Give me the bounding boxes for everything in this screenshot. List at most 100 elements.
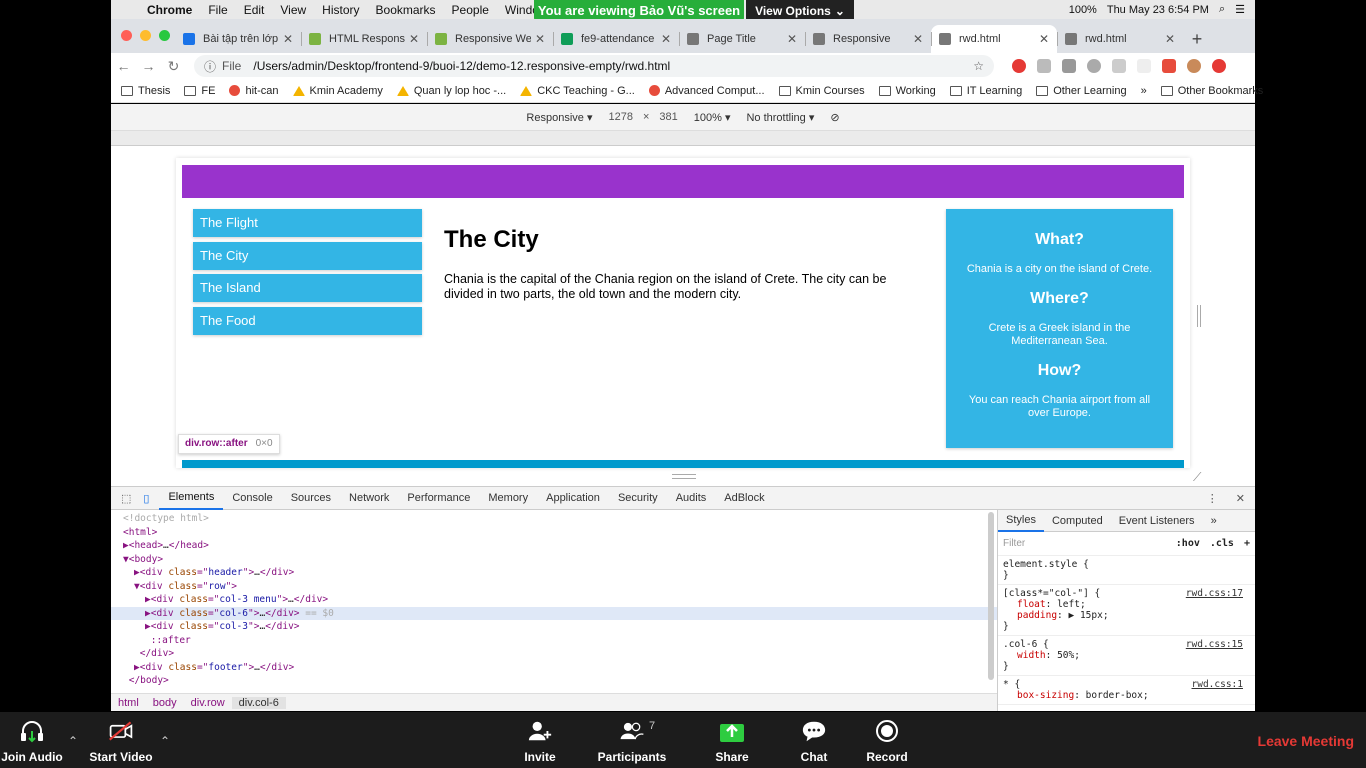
reload-button[interactable]: ↻ [161, 58, 186, 75]
dom-node[interactable]: </div> [111, 647, 997, 661]
style-property[interactable]: float: left; [1003, 599, 1250, 610]
devtools-tab-audits[interactable]: Audits [667, 486, 716, 510]
menu-people[interactable]: People [444, 3, 497, 17]
inspect-element-icon[interactable]: ⬚ [121, 492, 131, 505]
bookmark-item[interactable]: Other Learning [1036, 85, 1127, 97]
share-button[interactable]: Share [712, 712, 752, 768]
dom-node[interactable]: </body> [111, 674, 997, 688]
extension-icon[interactable] [1062, 59, 1076, 73]
close-tab-icon[interactable]: ✕ [1039, 32, 1049, 46]
devtools-tab-elements[interactable]: Elements [159, 486, 224, 510]
bookmark-item[interactable]: Thesis [121, 85, 170, 97]
browser-tab[interactable]: rwd.html ✕ [1057, 25, 1183, 53]
breadcrumb-item[interactable]: body [146, 697, 184, 709]
bookmark-item[interactable]: CKC Teaching - G... [520, 85, 635, 97]
tab-computed[interactable]: Computed [1044, 510, 1111, 532]
devtools-tab-performance[interactable]: Performance [398, 486, 479, 510]
menu-history[interactable]: History [314, 3, 367, 17]
join-audio-button[interactable]: Join Audio [0, 712, 64, 768]
devtools-tab-console[interactable]: Console [223, 486, 281, 510]
dom-node[interactable]: <html> [111, 526, 997, 540]
bookmark-item[interactable]: Quan ly lop hoc -... [396, 85, 506, 97]
browser-tab[interactable]: fe9-attendance ✕ [553, 25, 679, 53]
dom-node[interactable]: ▼<div class="row"> [111, 580, 997, 594]
bottom-resize-handle[interactable] [672, 474, 696, 479]
style-property[interactable]: box-sizing: border-box; [1003, 690, 1250, 701]
url-text[interactable]: /Users/admin/Desktop/frontend-9/buoi-12/… [253, 59, 670, 73]
rule-source-link[interactable]: rwd.css:15 [1186, 639, 1243, 650]
dom-node[interactable]: ▶<div class="col-3 menu">…</div> [111, 593, 997, 607]
style-property[interactable]: width: 50%; [1003, 650, 1250, 661]
right-resize-handle[interactable] [1197, 305, 1201, 327]
throttle-select[interactable]: No throttling ▾ [746, 111, 814, 124]
dom-node[interactable]: ▶<div class="footer">…</div> [111, 661, 997, 675]
close-tab-icon[interactable]: ✕ [535, 32, 545, 46]
clock[interactable]: Thu May 23 6:54 PM [1107, 4, 1209, 16]
elements-tree[interactable]: <!doctype html> <html> ▶<head>…</head> ▼<bo… [111, 510, 997, 693]
close-tab-icon[interactable]: ✕ [913, 32, 923, 46]
menu-item[interactable]: The Food [193, 306, 422, 335]
cls-toggle[interactable]: .cls [1210, 538, 1234, 549]
dom-node[interactable]: <!doctype html> [111, 512, 997, 526]
extension-icon[interactable] [1162, 59, 1176, 73]
new-tab-button[interactable]: + [1183, 25, 1211, 53]
close-tab-icon[interactable]: ✕ [409, 32, 419, 46]
bookmark-item[interactable]: Kmin Academy [292, 85, 383, 97]
hov-toggle[interactable]: :hov [1176, 538, 1200, 549]
address-bar[interactable]: ⓘ File /Users/admin/Desktop/frontend-9/b… [194, 55, 994, 77]
browser-tab[interactable]: HTML Responsiv ✕ [301, 25, 427, 53]
info-icon[interactable]: ⓘ [204, 58, 216, 75]
close-tab-icon[interactable]: ✕ [283, 32, 293, 46]
extension-icon[interactable] [1087, 59, 1101, 73]
devtools-tab-application[interactable]: Application [537, 486, 609, 510]
avatar[interactable] [1187, 59, 1201, 73]
zoom-select[interactable]: 100% ▾ [694, 111, 731, 124]
devtools-tab-network[interactable]: Network [340, 486, 398, 510]
height-input[interactable]: 381 [659, 111, 677, 123]
devtools-tab-adblock[interactable]: AdBlock [715, 486, 773, 510]
menu-list-icon[interactable]: ☰ [1235, 3, 1245, 16]
tab-styles[interactable]: Styles [998, 510, 1044, 532]
dom-node[interactable]: ▶<div class="header">…</div> [111, 566, 997, 580]
close-tab-icon[interactable]: ✕ [1165, 32, 1175, 46]
chat-button[interactable]: Chat [796, 712, 832, 768]
bookmarks-overflow-button[interactable]: » [1141, 85, 1147, 97]
extension-icon[interactable] [1012, 59, 1026, 73]
search-icon[interactable]: ⌕ [1219, 3, 1225, 16]
battery-percent[interactable]: 100% [1069, 4, 1097, 16]
close-tab-icon[interactable]: ✕ [787, 32, 797, 46]
menu-bookmarks[interactable]: Bookmarks [368, 3, 444, 17]
bookmark-item[interactable]: Working [878, 85, 936, 97]
maximize-window-button[interactable] [159, 30, 170, 41]
browser-tab[interactable]: Responsive Web ✕ [427, 25, 553, 53]
more-options-icon[interactable]: ⋮ [1207, 492, 1218, 505]
close-icon[interactable]: ✕ [1236, 492, 1245, 505]
invite-button[interactable]: Invite [518, 712, 562, 768]
add-rule-icon[interactable]: + [1244, 538, 1250, 549]
record-button[interactable]: Record [864, 712, 910, 768]
devtools-tab-sources[interactable]: Sources [282, 486, 340, 510]
menu-file[interactable]: File [200, 3, 235, 17]
minimize-window-button[interactable] [140, 30, 151, 41]
extension-icon[interactable] [1037, 59, 1051, 73]
dom-node[interactable]: ::after [111, 634, 997, 648]
browser-tab[interactable]: Page Title ✕ [679, 25, 805, 53]
bookmark-item[interactable]: Advanced Comput... [648, 85, 765, 97]
menu-item[interactable]: The Flight [193, 209, 422, 237]
device-select[interactable]: Responsive ▾ [526, 111, 592, 124]
devtools-tab-memory[interactable]: Memory [479, 486, 537, 510]
dom-node[interactable]: ▶<div class="col-3">…</div> [111, 620, 997, 634]
filter-input[interactable]: Filter [1003, 538, 1166, 549]
rule-source-link[interactable]: rwd.css:17 [1186, 588, 1243, 599]
other-bookmarks[interactable]: Other Bookmarks [1160, 85, 1263, 97]
style-property[interactable]: padding: ▶ 15px; [1003, 610, 1250, 621]
media-query-bar[interactable] [111, 131, 1255, 146]
device-toggle-icon[interactable]: ▯ [143, 492, 149, 505]
breadcrumb-item[interactable]: div.col-6 [231, 696, 286, 709]
extension-icon[interactable] [1137, 59, 1151, 73]
dom-node[interactable]: ▼<body> [111, 553, 997, 567]
browser-tab[interactable]: rwd.html ✕ [931, 25, 1057, 53]
tab-event-listeners[interactable]: Event Listeners [1111, 510, 1203, 532]
bookmark-item[interactable]: Kmin Courses [778, 85, 865, 97]
dom-node[interactable]: ▶<div class="col-6">…</div> == $0 [111, 606, 997, 620]
